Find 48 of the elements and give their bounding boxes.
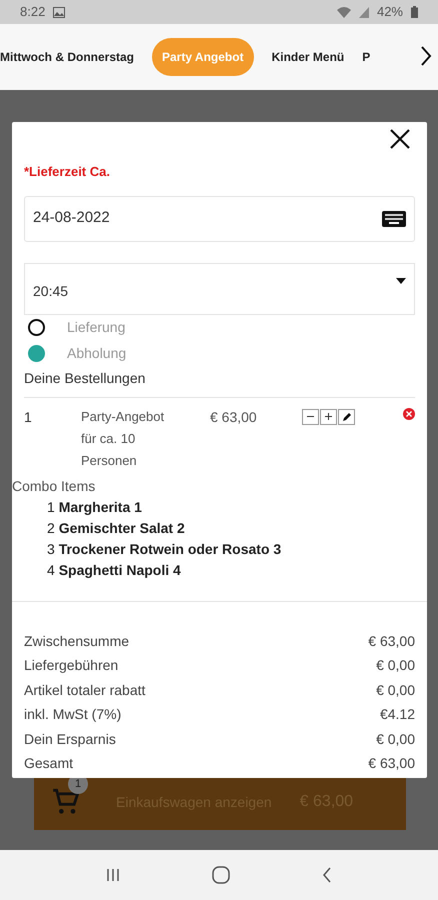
summary-value: €4.12 — [380, 705, 415, 724]
item-name: Party-Angebot für ca. 10 Personen — [81, 408, 166, 470]
orders-heading: Deine Bestellungen — [24, 368, 146, 388]
summary-value: € 0,00 — [376, 656, 415, 676]
dropdown-arrow-icon — [396, 278, 406, 284]
image-icon — [53, 6, 66, 18]
radio-label: Lieferung — [67, 318, 126, 337]
time-select[interactable]: 20:45 — [24, 262, 415, 314]
edit-button[interactable] — [338, 408, 355, 424]
delivery-time-label: *Lieferzeit Ca. — [24, 163, 111, 181]
cart-icon — [52, 788, 80, 816]
home-icon[interactable] — [212, 866, 230, 884]
back-icon[interactable] — [322, 867, 332, 883]
decrease-button[interactable] — [302, 408, 319, 424]
summary-label: Liefergebühren — [24, 656, 118, 676]
radio-button[interactable] — [28, 319, 45, 336]
recent-apps-icon[interactable] — [106, 868, 120, 882]
summary-value: € 63,00 — [368, 632, 415, 651]
radio-label: Abholung — [67, 344, 126, 363]
item-price: € 63,00 — [210, 408, 258, 426]
category-tab[interactable]: Kinder Menü — [272, 38, 344, 76]
increase-button[interactable] — [320, 408, 337, 424]
summary-label: inkl. MwSt (7%) — [24, 705, 122, 724]
pencil-icon — [342, 412, 352, 422]
remove-icon[interactable] — [403, 408, 415, 420]
battery-level: 42% — [376, 3, 403, 22]
combo-item: 4 Spaghetti Napoli 4 — [47, 560, 182, 580]
summary-label: Zwischensumme — [24, 632, 130, 651]
summary-value: € 0,00 — [376, 680, 415, 700]
signal-icon — [358, 6, 369, 18]
clock: 8:22 — [20, 3, 46, 22]
summary-label: Dein Ersparnis — [24, 730, 116, 749]
combo-heading: Combo Items — [12, 476, 96, 496]
category-tab[interactable]: P — [362, 38, 370, 76]
close-icon[interactable] — [389, 128, 411, 150]
date-field[interactable]: 24-08-2022 — [24, 196, 415, 242]
wifi-icon — [336, 6, 351, 18]
plus-icon — [324, 412, 333, 421]
battery-icon — [411, 6, 418, 18]
radio-button[interactable] — [28, 345, 45, 362]
summary-value: € 0,00 — [376, 730, 415, 749]
summary-label: Artikel totaler rabatt — [24, 680, 146, 700]
item-quantity: 1 — [24, 408, 33, 426]
combo-item: 2 Gemischter Salat 2 — [47, 518, 186, 538]
keyboard-icon — [382, 210, 406, 226]
category-tab[interactable]: Mittwoch & Donnerstag — [0, 38, 134, 76]
combo-item: 3 Trockener Rotwein oder Rosato 3 — [47, 540, 282, 558]
combo-item: 1 Margherita 1 — [47, 498, 143, 517]
